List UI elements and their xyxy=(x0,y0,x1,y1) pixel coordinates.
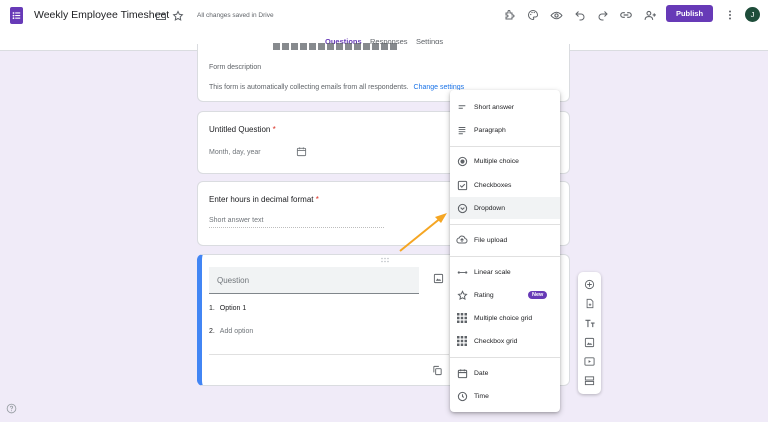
menu-item-checkboxes[interactable]: Checkboxes xyxy=(450,174,560,196)
cloud-upload-icon xyxy=(456,234,468,246)
question-title-text: Enter hours in decimal format xyxy=(209,195,314,204)
option-1-number: 1. xyxy=(209,305,215,312)
forms-logo-icon[interactable] xyxy=(10,7,23,24)
menu-item-paragraph[interactable]: Paragraph xyxy=(450,119,560,141)
menu-divider xyxy=(450,256,560,257)
email-notice-text: This form is automatically collecting em… xyxy=(209,84,409,91)
menu-item-label: File upload xyxy=(474,236,508,244)
add-question-icon[interactable] xyxy=(582,277,597,292)
short-answer-underline xyxy=(209,227,384,228)
star-icon[interactable] xyxy=(169,7,187,25)
menu-item-dropdown[interactable]: Dropdown xyxy=(450,197,560,219)
radio-icon xyxy=(456,155,468,167)
menu-item-label: Rating xyxy=(474,291,494,299)
menu-item-label: Multiple choice grid xyxy=(474,314,533,322)
option-1-row: 1. Option 1 xyxy=(209,305,246,312)
grid-icon xyxy=(456,312,468,324)
required-mark: * xyxy=(315,195,319,204)
date-placeholder: Month, day, year xyxy=(209,149,261,156)
calendar-icon xyxy=(456,367,468,379)
menu-item-rating[interactable]: Rating New xyxy=(450,284,560,306)
avatar[interactable]: J xyxy=(745,7,760,22)
menu-item-label: Time xyxy=(474,392,489,400)
star-icon xyxy=(456,289,468,301)
palette-icon[interactable] xyxy=(524,6,542,24)
image-icon[interactable] xyxy=(433,273,444,284)
add-option-row: 2. Add option xyxy=(209,328,253,335)
add-section-icon[interactable] xyxy=(582,373,597,388)
paragraph-icon xyxy=(456,124,468,136)
question-title: Untitled Question * xyxy=(209,125,276,134)
undo-icon[interactable] xyxy=(571,6,589,24)
option-1-label[interactable]: Option 1 xyxy=(220,305,246,312)
folder-icon[interactable] xyxy=(152,7,170,25)
linear-scale-icon xyxy=(456,266,468,278)
dropdown-icon xyxy=(456,202,468,214)
publish-label: Publish xyxy=(675,9,704,18)
question-type-menu: Short answer Paragraph Multiple choice C… xyxy=(450,90,560,412)
save-status: All changes saved in Drive xyxy=(197,12,274,19)
question-title-placeholder: Question xyxy=(217,276,250,285)
redo-icon[interactable] xyxy=(594,6,612,24)
question-title-input[interactable]: Question xyxy=(209,267,419,294)
clock-icon xyxy=(456,390,468,402)
form-title-partial xyxy=(273,43,398,50)
avatar-letter: J xyxy=(750,10,755,19)
form-title[interactable]: Weekly Employee Timesheet xyxy=(34,9,169,21)
menu-item-label: Checkboxes xyxy=(474,181,512,189)
import-questions-icon[interactable] xyxy=(582,296,597,311)
menu-item-label: Dropdown xyxy=(474,204,505,212)
form-description-placeholder[interactable]: Form description xyxy=(209,64,261,71)
add-image-icon[interactable] xyxy=(582,335,597,350)
menu-item-file-upload[interactable]: File upload xyxy=(450,229,560,251)
link-icon[interactable] xyxy=(617,6,635,24)
menu-item-label: Multiple choice xyxy=(474,157,519,165)
add-collaborator-icon[interactable] xyxy=(641,6,659,24)
checkbox-icon xyxy=(456,179,468,191)
short-answer-placeholder: Short answer text xyxy=(209,217,264,224)
menu-item-label: Short answer xyxy=(474,103,515,111)
add-title-icon[interactable] xyxy=(582,316,597,331)
annotation-arrow-line xyxy=(399,216,443,252)
menu-item-label: Linear scale xyxy=(474,268,511,276)
email-collection-notice: This form is automatically collecting em… xyxy=(209,84,464,91)
more-vert-icon[interactable] xyxy=(721,6,739,24)
menu-item-multiple-choice[interactable]: Multiple choice xyxy=(450,150,560,172)
menu-divider xyxy=(450,357,560,358)
add-video-icon[interactable] xyxy=(582,354,597,369)
side-toolbar xyxy=(578,272,601,394)
calendar-icon xyxy=(296,146,307,157)
menu-item-label: Checkbox grid xyxy=(474,337,518,345)
menu-item-checkbox-grid[interactable]: Checkbox grid xyxy=(450,330,560,352)
add-option-link[interactable]: Add option xyxy=(220,328,253,335)
card-footer-divider xyxy=(209,354,449,355)
addon-icon[interactable] xyxy=(501,6,519,24)
menu-divider xyxy=(450,224,560,225)
menu-item-time[interactable]: Time xyxy=(450,385,560,407)
menu-divider xyxy=(450,146,560,147)
duplicate-icon[interactable] xyxy=(432,365,443,376)
drag-handle-icon[interactable] xyxy=(380,257,390,263)
required-mark: * xyxy=(272,125,276,134)
menu-item-date[interactable]: Date xyxy=(450,362,560,384)
checkbox-grid-icon xyxy=(456,335,468,347)
new-badge: New xyxy=(528,291,548,299)
preview-eye-icon[interactable] xyxy=(547,6,565,24)
question-title: Enter hours in decimal format * xyxy=(209,195,319,204)
menu-item-label: Paragraph xyxy=(474,126,506,134)
option-2-number: 2. xyxy=(209,328,215,335)
menu-item-multiple-choice-grid[interactable]: Multiple choice grid xyxy=(450,307,560,329)
question-title-text: Untitled Question xyxy=(209,125,271,134)
menu-item-label: Date xyxy=(474,369,489,377)
short-text-icon xyxy=(456,101,468,113)
annotation-arrow xyxy=(399,213,447,252)
menu-item-short-answer[interactable]: Short answer xyxy=(450,96,560,118)
menu-item-linear-scale[interactable]: Linear scale xyxy=(450,261,560,283)
publish-button[interactable]: Publish xyxy=(666,5,713,22)
help-icon[interactable] xyxy=(6,403,17,414)
